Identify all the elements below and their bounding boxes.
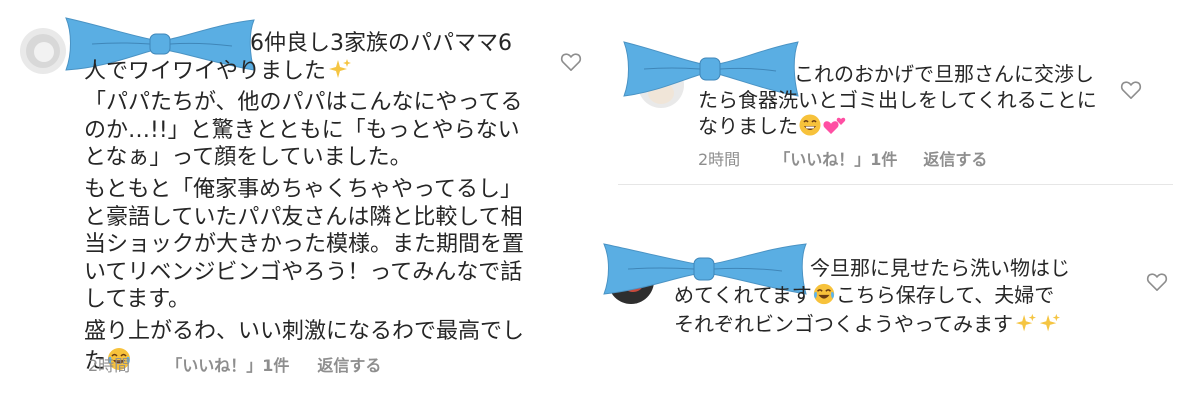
comment-body: 今旦那に見せたら洗い物はじ めてくれてます こちら保存して、夫婦で それぞれビンゴ… — [674, 256, 1070, 342]
comment-divider — [618, 184, 1173, 185]
sparkles-icon — [326, 58, 352, 90]
heart-outline-icon[interactable] — [1146, 272, 1168, 292]
heart-outline-icon[interactable] — [1120, 80, 1142, 100]
comment-line: 「パパたちが、他のパパはこんなにやってる — [84, 90, 523, 116]
reply-button[interactable]: 返信する — [923, 146, 987, 170]
comment-meta: 2時間 「いいね！」1件 返信する — [698, 146, 987, 170]
comment-line: 今旦那に見せたら洗い物はじ — [810, 256, 1070, 280]
comment-line: それぞれビンゴつくようやってみます — [674, 312, 1013, 337]
comment-line: してます。 — [84, 287, 191, 313]
comment-line: たら食器洗いとゴミ出しをしてくれることに — [698, 87, 1097, 112]
heart-outline-icon[interactable] — [560, 52, 582, 72]
avatar[interactable] — [20, 28, 66, 74]
comment-line: と豪語していたパパ友さんは隣と比較して相 — [84, 204, 523, 230]
comment-line: 人でワイワイやりました — [84, 58, 327, 84]
sparkles-icon — [1013, 313, 1037, 342]
comment-line: 当ショックが大きかった模様。また期間を置 — [84, 232, 525, 258]
comment-line: となぁ」って顔をしていました。 — [84, 145, 412, 171]
comment-line: 盛り上がるわ、いい刺激になるわで最高でし — [84, 318, 525, 344]
face-with-tears-of-joy-icon — [812, 282, 836, 313]
comment-line: いてリベンジビンゴやろう！ってみんなで話 — [84, 259, 523, 285]
two-hearts-icon — [822, 113, 848, 144]
comment-body: これのおかげで旦那さんに交渉し たら食器洗いとゴミ出しをしてくれることに なりま… — [698, 62, 1097, 144]
timestamp: 2時間 — [88, 356, 131, 375]
comment-line: これのおかげで旦那さんに交渉し — [794, 62, 1094, 86]
grinning-face-icon — [798, 113, 822, 144]
comment-line: 仲良し3家族のパパママ6 — [264, 31, 512, 56]
comment-line: めてくれてます — [674, 282, 812, 307]
comment-line: こちら保存して、夫婦で — [835, 282, 1055, 307]
likes-count-link[interactable]: 「いいね！」1件 — [774, 146, 897, 170]
likes-count-link[interactable]: 「いいね！」1件 — [166, 352, 289, 376]
comment-line: のか…!!」と驚きとともに「もっとやらない — [84, 117, 520, 143]
timestamp: 2時間 — [698, 150, 741, 169]
reply-button[interactable]: 返信する — [317, 352, 381, 376]
sparkles-icon — [1037, 313, 1061, 342]
comment-body: 仲良し3家族のパパママ6 人でワイワイやりました 「パパたちが、他のパパはこんな… — [84, 30, 524, 379]
comment-line: もともと「俺家事めちゃくちゃやってるし」 — [84, 176, 523, 202]
comment-line: なりました — [698, 114, 798, 139]
comment-meta: 2時間 「いいね！」1件 返信する — [88, 352, 381, 376]
